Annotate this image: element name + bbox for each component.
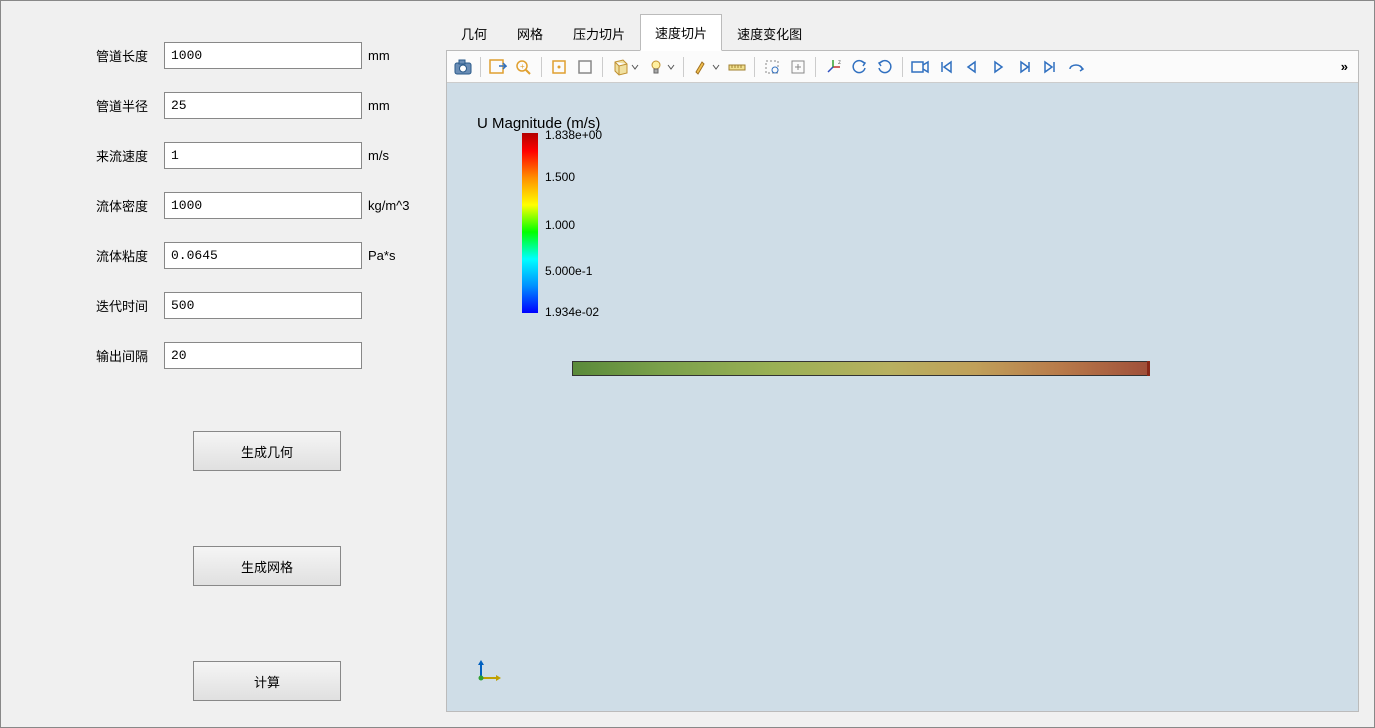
legend-tick: 1.838e+00: [545, 128, 602, 142]
label-pipe-length: 管道长度: [96, 46, 164, 65]
label-pipe-radius: 管道半径: [96, 96, 164, 115]
legend-tick: 5.000e-1: [545, 264, 592, 278]
pipe-end: [1147, 361, 1150, 376]
generate-geometry-button[interactable]: 生成几何: [193, 431, 341, 471]
toolbar-separator: [480, 57, 481, 77]
light-dropdown-icon[interactable]: [644, 55, 678, 79]
zoom-box-icon[interactable]: [786, 55, 810, 79]
toolbar-separator: [754, 57, 755, 77]
unit-inflow-velocity: m/s: [368, 148, 389, 163]
toolbar-separator: [541, 57, 542, 77]
label-fluid-density: 流体密度: [96, 196, 164, 215]
toolbar-separator: [902, 57, 903, 77]
unit-fluid-viscosity: Pa*s: [368, 248, 395, 263]
paraview-toolbar: + z: [447, 51, 1358, 83]
toolbar-separator: [815, 57, 816, 77]
axes-icon[interactable]: z: [821, 55, 845, 79]
prev-frame-icon[interactable]: [960, 55, 984, 79]
compute-button[interactable]: 计算: [193, 661, 341, 701]
row-output-interval: 输出间隔: [96, 341, 421, 369]
unit-pipe-length: mm: [368, 48, 390, 63]
select-icon[interactable]: [760, 55, 784, 79]
unit-fluid-density: kg/m^3: [368, 198, 410, 213]
input-output-interval[interactable]: [164, 342, 362, 369]
surface-icon[interactable]: [547, 55, 571, 79]
tab-pressure-slice[interactable]: 压力切片: [558, 15, 640, 51]
play-icon[interactable]: [986, 55, 1010, 79]
wireframe-icon[interactable]: [573, 55, 597, 79]
next-frame-icon[interactable]: [1012, 55, 1036, 79]
generate-mesh-button[interactable]: 生成网格: [193, 546, 341, 586]
first-frame-icon[interactable]: [934, 55, 958, 79]
box-dropdown-icon[interactable]: [608, 55, 642, 79]
label-iteration-time: 迭代时间: [96, 296, 164, 315]
row-fluid-viscosity: 流体粘度 Pa*s: [96, 241, 421, 269]
toolbar-separator: [602, 57, 603, 77]
row-iteration-time: 迭代时间: [96, 291, 421, 319]
camera-film-icon[interactable]: [908, 55, 932, 79]
legend-tick: 1.000: [545, 218, 575, 232]
reset-camera-icon[interactable]: [486, 55, 510, 79]
last-frame-icon[interactable]: [1038, 55, 1062, 79]
render-viewport[interactable]: U Magnitude (m/s) 1.838e+00 1.500 1.000 …: [447, 83, 1358, 711]
legend-tick: 1.934e-02: [545, 305, 599, 319]
legend-tick: 1.500: [545, 170, 575, 184]
color-dropdown-icon[interactable]: [689, 55, 723, 79]
tab-velocity-slice[interactable]: 速度切片: [640, 14, 722, 51]
label-inflow-velocity: 来流速度: [96, 146, 164, 165]
toolbar-more-icon[interactable]: »: [1335, 59, 1354, 74]
input-pipe-radius[interactable]: [164, 92, 362, 119]
app-window: 管道长度 mm 管道半径 mm 来流速度 m/s 流体密度 kg/m^3 流体粘…: [0, 0, 1375, 728]
colorbar: [522, 133, 538, 313]
tab-velocity-plot[interactable]: 速度变化图: [722, 15, 817, 51]
input-fluid-viscosity[interactable]: [164, 242, 362, 269]
visualization-panel: 几何 网格 压力切片 速度切片 速度变化图 +: [446, 16, 1359, 712]
rotate-ccw-icon[interactable]: [847, 55, 871, 79]
rotate-cw-icon[interactable]: [873, 55, 897, 79]
label-output-interval: 输出间隔: [96, 346, 164, 365]
tab-content: + z: [446, 50, 1359, 712]
input-pipe-length[interactable]: [164, 42, 362, 69]
tab-mesh[interactable]: 网格: [502, 15, 558, 51]
input-iteration-time[interactable]: [164, 292, 362, 319]
label-fluid-viscosity: 流体粘度: [96, 246, 164, 265]
row-pipe-length: 管道长度 mm: [96, 41, 421, 69]
input-fluid-density[interactable]: [164, 192, 362, 219]
tab-geometry[interactable]: 几何: [446, 15, 502, 51]
input-inflow-velocity[interactable]: [164, 142, 362, 169]
svg-text:z: z: [838, 60, 841, 66]
unit-pipe-radius: mm: [368, 98, 390, 113]
svg-text:+: +: [520, 62, 525, 71]
loop-icon[interactable]: [1064, 55, 1088, 79]
camera-icon[interactable]: [451, 55, 475, 79]
row-pipe-radius: 管道半径 mm: [96, 91, 421, 119]
ruler-icon[interactable]: [725, 55, 749, 79]
zoom-to-data-icon[interactable]: +: [512, 55, 536, 79]
pipe-slice-geometry: [572, 361, 1147, 376]
row-inflow-velocity: 来流速度 m/s: [96, 141, 421, 169]
parameter-panel: 管道长度 mm 管道半径 mm 来流速度 m/s 流体密度 kg/m^3 流体粘…: [16, 16, 436, 712]
tab-bar: 几何 网格 压力切片 速度切片 速度变化图: [446, 16, 1359, 50]
axes-gizmo-icon: [477, 656, 507, 686]
toolbar-separator: [683, 57, 684, 77]
row-fluid-density: 流体密度 kg/m^3: [96, 191, 421, 219]
